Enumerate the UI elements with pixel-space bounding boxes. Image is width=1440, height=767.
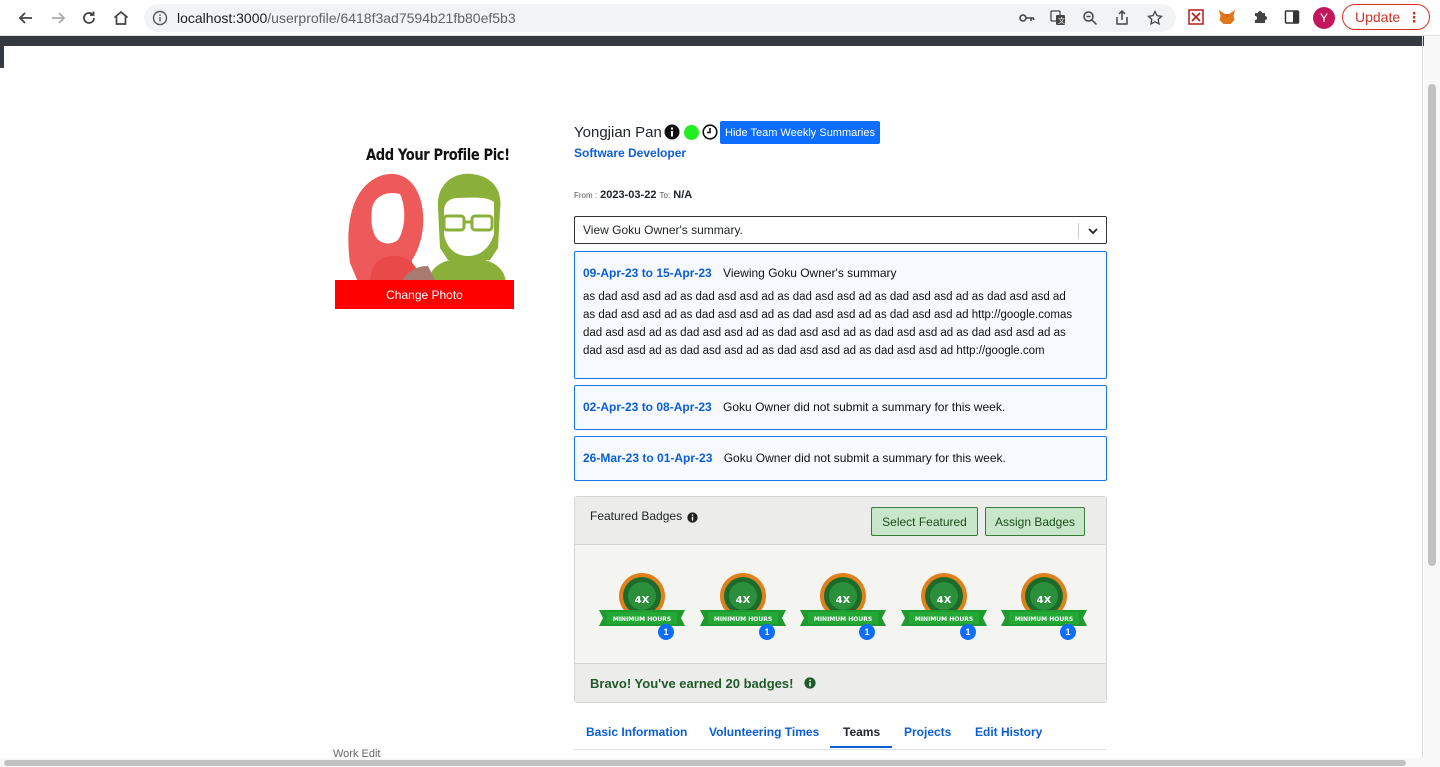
badge-count: 1 [859, 624, 875, 640]
address-bar[interactable]: localhost:3000/userprofile/6418f3ad7594b… [144, 4, 1176, 32]
zoom-icon[interactable] [1081, 10, 1099, 26]
key-icon[interactable] [1018, 10, 1036, 26]
status-indicator[interactable] [684, 125, 699, 140]
summary-text-line: dad asd asd ad as dad asd asd ad as dad … [583, 345, 1045, 357]
clock-icon[interactable] [702, 124, 718, 145]
badge-top-text: 4X [937, 595, 952, 606]
badges-earned-text: Bravo! You've earned 20 badges! [590, 676, 794, 691]
metamask-fox-icon[interactable] [1218, 8, 1236, 26]
active-tab-indicator [830, 746, 892, 748]
user-role[interactable]: Software Developer [574, 146, 686, 160]
summary-title: Goku Owner did not submit a summary for … [723, 451, 1006, 465]
extensions-puzzle-icon[interactable] [1251, 8, 1269, 26]
change-photo-button[interactable]: Change Photo [335, 280, 514, 309]
profile-avatar[interactable]: Y [1313, 7, 1335, 29]
hide-team-weekly-summaries-button[interactable]: Hide Team Weekly Summaries [720, 121, 880, 144]
browser-toolbar: localhost:3000/userprofile/6418f3ad7594b… [0, 0, 1440, 36]
featured-badges-panel: Featured Badges Select Featured Assign B… [574, 496, 1107, 703]
badge-count: 1 [759, 624, 775, 640]
tab-basic-information[interactable]: Basic Information [586, 725, 687, 739]
chevron-down-icon[interactable] [1087, 224, 1099, 242]
profile-tabs: Basic Information Volunteering Times Tea… [574, 720, 1107, 750]
profile-pic-placeholder [340, 168, 510, 282]
address-url[interactable]: localhost:3000/userprofile/6418f3ad7594b… [177, 10, 516, 26]
summary-select-value: View Goku Owner's summary. [583, 223, 743, 237]
badges-header: Featured Badges Select Featured Assign B… [575, 497, 1106, 545]
badge-ribbon-text: MINIMUM HOURS [714, 616, 772, 623]
weekly-summary-card: 26-Mar-23 to 01-Apr-23 Goku Owner did no… [574, 436, 1107, 481]
badges-footer: Bravo! You've earned 20 badges! [575, 663, 1106, 702]
summary-text-line: dad asd asd ad as dad asd asd ad as dad … [583, 327, 1066, 339]
from-date: 2023-03-22 [600, 189, 657, 201]
side-panel-icon[interactable] [1283, 8, 1301, 26]
reload-icon[interactable] [77, 6, 101, 30]
back-arrow-icon[interactable] [14, 6, 38, 30]
app-navbar-edge [0, 36, 1424, 46]
translate-icon[interactable]: 文 [1049, 10, 1067, 26]
summary-header: 26-Mar-23 to 01-Apr-23 Goku Owner did no… [583, 451, 1006, 465]
badge-top-text: 4X [836, 595, 851, 606]
info-icon[interactable] [687, 510, 698, 528]
summary-text-line: as dad asd asd ad as dad asd asd ad as d… [583, 309, 1073, 321]
summary-date-range: 09-Apr-23 to 15-Apr-23 [583, 266, 712, 280]
partial-edit-link[interactable]: Work Edit [333, 748, 380, 760]
home-icon[interactable] [109, 6, 133, 30]
select-separator [1078, 223, 1079, 239]
featured-badges-title: Featured Badges [590, 509, 683, 523]
tab-projects[interactable]: Projects [904, 725, 951, 739]
svg-text:文: 文 [1058, 16, 1065, 25]
badge-top-text: 4X [635, 595, 650, 606]
summary-title: Viewing Goku Owner's summary [723, 266, 897, 280]
weekly-summary-card: 02-Apr-23 to 08-Apr-23 Goku Owner did no… [574, 385, 1107, 430]
weekly-summary-card: 09-Apr-23 to 15-Apr-23 Viewing Goku Owne… [574, 251, 1107, 379]
tab-edit-history[interactable]: Edit History [975, 725, 1042, 739]
badge-count: 1 [1060, 624, 1076, 640]
from-label: From : [574, 191, 598, 200]
badge-count: 1 [658, 624, 674, 640]
more-menu-icon[interactable]: ⋮ [1407, 9, 1421, 25]
bookmark-star-icon[interactable] [1146, 10, 1164, 26]
info-icon[interactable] [664, 124, 680, 145]
horizontal-scrollbar-thumb[interactable] [4, 760, 1406, 766]
to-label: To: [659, 191, 671, 200]
app-navbar-edge-left [0, 46, 4, 68]
badge-ribbon-text: MINIMUM HOURS [1015, 616, 1073, 623]
url-host: localhost:3000 [177, 10, 268, 26]
page-border [1422, 36, 1423, 758]
update-label: Update [1355, 9, 1401, 25]
summary-date-range: 02-Apr-23 to 08-Apr-23 [583, 400, 712, 414]
tab-volunteering-times[interactable]: Volunteering Times [709, 725, 819, 739]
profile-pic-title: Add Your Profile Pic! [366, 145, 510, 164]
badge-count: 1 [960, 624, 976, 640]
summary-title: Goku Owner did not submit a summary for … [723, 400, 1006, 414]
info-icon[interactable] [804, 676, 816, 694]
user-name: Yongjian Pan [574, 124, 662, 141]
badge-top-text: 4X [1037, 595, 1052, 606]
site-info-icon[interactable] [152, 10, 168, 31]
forward-arrow-icon[interactable] [46, 6, 70, 30]
badge-ribbon-text: MINIMUM HOURS [814, 616, 872, 623]
update-button[interactable]: Update ⋮ [1342, 4, 1430, 30]
badge-ribbon-text: MINIMUM HOURS [915, 616, 973, 623]
summary-date-range: 26-Mar-23 to 01-Apr-23 [583, 451, 713, 465]
select-featured-button[interactable]: Select Featured [871, 507, 978, 536]
summary-text-line: as dad asd asd ad as dad asd asd ad as d… [583, 291, 1066, 303]
vertical-scrollbar-thumb[interactable] [1428, 84, 1436, 566]
summary-header: 09-Apr-23 to 15-Apr-23 Viewing Goku Owne… [583, 266, 897, 280]
badge-top-text: 4X [736, 595, 751, 606]
tab-teams[interactable]: Teams [843, 725, 880, 739]
badge-ribbon-text: MINIMUM HOURS [613, 616, 671, 623]
summary-body: as dad asd asd ad as dad asd asd ad as d… [583, 288, 1103, 360]
summary-user-select[interactable]: View Goku Owner's summary. [574, 216, 1107, 244]
extension-pdf-icon[interactable] [1187, 8, 1205, 26]
assign-badges-button[interactable]: Assign Badges [985, 507, 1085, 536]
date-range: From : 2023-03-22 To: N/A [574, 189, 692, 201]
url-path: /userprofile/6418f3ad7594b21fb80ef5b3 [267, 10, 516, 26]
to-date: N/A [673, 189, 693, 201]
share-icon[interactable] [1113, 10, 1131, 26]
summary-header: 02-Apr-23 to 08-Apr-23 Goku Owner did no… [583, 400, 1005, 414]
